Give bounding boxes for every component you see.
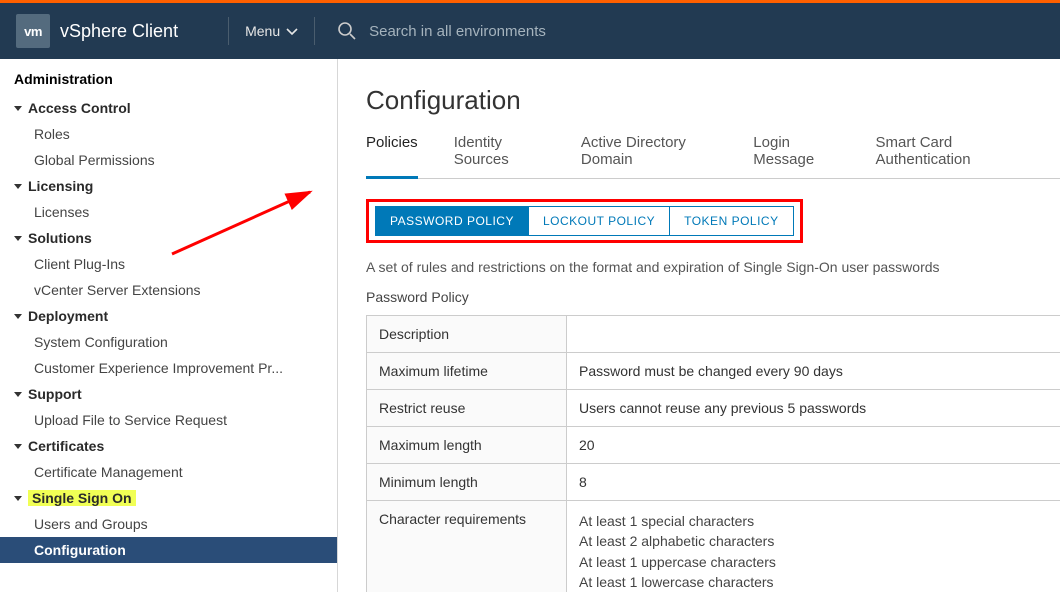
sidebar-section-licensing[interactable]: Licensing <box>0 173 337 199</box>
password-policy-table: DescriptionMaximum lifetimePassword must… <box>366 315 1060 592</box>
sidebar-section-support[interactable]: Support <box>0 381 337 407</box>
table-row: Minimum length8 <box>367 464 1060 501</box>
policy-btn-token-policy[interactable]: TOKEN POLICY <box>670 206 793 236</box>
global-header: vm vSphere Client Menu <box>0 3 1060 59</box>
menu-dropdown[interactable]: Menu <box>245 23 298 39</box>
vmware-logo: vm <box>16 14 50 48</box>
sidebar-item-certificate-management[interactable]: Certificate Management <box>0 459 337 485</box>
sidebar-item-system-configuration[interactable]: System Configuration <box>0 329 337 355</box>
policy-subheading: Password Policy <box>366 289 1060 305</box>
sidebar-item-vcenter-server-extensions[interactable]: vCenter Server Extensions <box>0 277 337 303</box>
table-cell-label: Maximum lifetime <box>367 353 567 390</box>
sidebar-section-label: Solutions <box>28 230 92 246</box>
table-cell-value: Password must be changed every 90 days <box>567 353 1060 390</box>
sidebar-section-label: Support <box>28 386 82 402</box>
sidebar-section-single-sign-on[interactable]: Single Sign On <box>0 485 337 511</box>
header-divider <box>228 17 229 45</box>
sidebar-section-deployment[interactable]: Deployment <box>0 303 337 329</box>
table-cell-value: Users cannot reuse any previous 5 passwo… <box>567 390 1060 427</box>
config-tabs: Policies Identity Sources Active Directory… <box>366 134 1060 179</box>
admin-sidebar: Administration Access Control RolesGlobal… <box>0 59 338 592</box>
char-req-line: At least 2 alphabetic characters <box>579 531 1060 551</box>
char-req-line: At least 1 lowercase characters <box>579 572 1060 592</box>
page-title: Configuration <box>366 85 1060 116</box>
sidebar-heading: Administration <box>0 69 337 95</box>
menu-label: Menu <box>245 23 280 39</box>
char-req-line: At least 1 uppercase characters <box>579 552 1060 572</box>
content-area: Configuration Policies Identity Sources Ac… <box>338 59 1060 592</box>
caret-down-icon <box>14 496 22 501</box>
table-cell-value: 20 <box>567 427 1060 464</box>
tab-policies[interactable]: Policies <box>366 134 418 179</box>
tab-identity-sources[interactable]: Identity Sources <box>454 134 545 178</box>
sidebar-section-solutions[interactable]: Solutions <box>0 225 337 251</box>
main-layout: Administration Access Control RolesGlobal… <box>0 59 1060 592</box>
table-row: Description <box>367 316 1060 353</box>
sidebar-section-label: Licensing <box>28 178 93 194</box>
table-row: Restrict reuseUsers cannot reuse any pre… <box>367 390 1060 427</box>
sidebar-item-users-and-groups[interactable]: Users and Groups <box>0 511 337 537</box>
table-cell-value: At least 1 special charactersAt least 2 … <box>567 501 1060 592</box>
policy-btn-password-policy[interactable]: PASSWORD POLICY <box>375 206 529 236</box>
tab-smart-card-authentication[interactable]: Smart Card Authentication <box>876 134 1024 178</box>
table-cell-value <box>567 316 1060 353</box>
sidebar-section-certificates[interactable]: Certificates <box>0 433 337 459</box>
tab-active-directory-domain[interactable]: Active Directory Domain <box>581 134 717 178</box>
policy-button-group: PASSWORD POLICYLOCKOUT POLICYTOKEN POLIC… <box>375 206 794 236</box>
caret-down-icon <box>14 314 22 319</box>
chevron-down-icon <box>286 23 298 39</box>
global-search[interactable] <box>337 21 1044 41</box>
table-cell-label: Minimum length <box>367 464 567 501</box>
sidebar-section-access-control[interactable]: Access Control <box>0 95 337 121</box>
table-cell-label: Description <box>367 316 567 353</box>
table-cell-label: Restrict reuse <box>367 390 567 427</box>
sidebar-item-client-plug-ins[interactable]: Client Plug-Ins <box>0 251 337 277</box>
char-req-line: At least 1 special characters <box>579 511 1060 531</box>
table-row: Character requirementsAt least 1 special… <box>367 501 1060 592</box>
sidebar-item-global-permissions[interactable]: Global Permissions <box>0 147 337 173</box>
caret-down-icon <box>14 444 22 449</box>
sidebar-item-upload-file-to-service-request[interactable]: Upload File to Service Request <box>0 407 337 433</box>
header-divider <box>314 17 315 45</box>
sidebar-section-label: Single Sign On <box>28 490 136 506</box>
search-icon <box>337 21 357 41</box>
search-input[interactable] <box>369 23 669 40</box>
policy-btn-lockout-policy[interactable]: LOCKOUT POLICY <box>529 206 670 236</box>
caret-down-icon <box>14 184 22 189</box>
table-row: Maximum length20 <box>367 427 1060 464</box>
sidebar-section-label: Certificates <box>28 438 104 454</box>
policy-button-group-highlight: PASSWORD POLICYLOCKOUT POLICYTOKEN POLIC… <box>366 199 803 243</box>
sidebar-section-label: Access Control <box>28 100 131 116</box>
caret-down-icon <box>14 236 22 241</box>
policy-description: A set of rules and restrictions on the f… <box>366 259 1060 275</box>
table-cell-label: Character requirements <box>367 501 567 592</box>
sidebar-item-configuration[interactable]: Configuration <box>0 537 337 563</box>
caret-down-icon <box>14 392 22 397</box>
sidebar-item-licenses[interactable]: Licenses <box>0 199 337 225</box>
caret-down-icon <box>14 106 22 111</box>
table-cell-label: Maximum length <box>367 427 567 464</box>
sidebar-item-roles[interactable]: Roles <box>0 121 337 147</box>
sidebar-section-label: Deployment <box>28 308 108 324</box>
table-cell-value: 8 <box>567 464 1060 501</box>
sidebar-item-customer-experience-improvement-pr[interactable]: Customer Experience Improvement Pr... <box>0 355 337 381</box>
tab-login-message[interactable]: Login Message <box>753 134 839 178</box>
app-title: vSphere Client <box>60 21 178 42</box>
table-row: Maximum lifetimePassword must be changed… <box>367 353 1060 390</box>
